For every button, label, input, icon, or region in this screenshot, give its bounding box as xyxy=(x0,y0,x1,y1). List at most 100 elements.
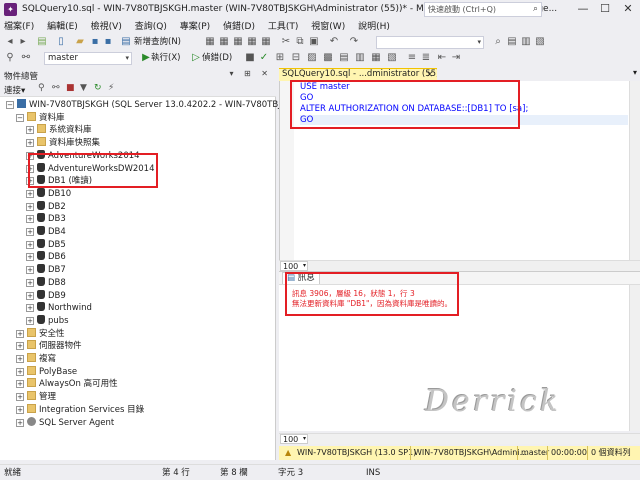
minimize-button[interactable]: — xyxy=(572,1,594,18)
expand-icon[interactable]: + xyxy=(26,253,34,262)
database-selector[interactable]: master ▾ xyxy=(44,52,132,65)
activity-monitor-icon[interactable]: ⚡ xyxy=(108,83,114,93)
panel-controls[interactable]: ▾ ⊞ ✕ xyxy=(229,69,272,78)
indent-icon[interactable]: ⇥ xyxy=(450,52,462,64)
mdx-query-icon[interactable]: ▦ xyxy=(218,36,230,48)
forward-icon[interactable]: ▸ xyxy=(17,36,29,48)
tree-node[interactable]: + Integration Services 目錄 xyxy=(16,403,144,415)
copy-icon[interactable]: ⧉ xyxy=(294,36,306,48)
cancel-query-icon[interactable]: ■ xyxy=(244,52,256,64)
menu-view[interactable]: 檢視(V) xyxy=(86,19,127,35)
debug-icon[interactable]: ▷ xyxy=(190,52,202,64)
expand-icon[interactable]: + xyxy=(16,418,24,427)
find-icon[interactable]: ⌕ xyxy=(492,36,504,48)
collapse-icon[interactable]: − xyxy=(16,113,24,122)
tree-node[interactable]: + DB6 xyxy=(26,251,66,262)
properties-icon[interactable]: ▥ xyxy=(520,36,532,48)
expand-icon[interactable]: + xyxy=(26,266,34,275)
new-file-icon[interactable]: ▯ xyxy=(55,36,67,48)
menu-edit[interactable]: 編輯(E) xyxy=(42,19,83,35)
connect-dropdown[interactable]: 連接▾ xyxy=(4,84,25,96)
expand-icon[interactable]: + xyxy=(16,405,24,414)
menu-window[interactable]: 視窗(W) xyxy=(306,19,350,35)
dax-query-icon[interactable]: ▦ xyxy=(260,36,272,48)
expand-icon[interactable]: + xyxy=(16,342,24,351)
xmla-query-icon[interactable]: ▦ xyxy=(246,36,258,48)
disconnect-icon[interactable]: ⚯ xyxy=(52,83,60,93)
include-plan-icon[interactable]: ▩ xyxy=(322,52,334,64)
tree-node[interactable]: + SQL Server Agent xyxy=(16,416,114,428)
outdent-icon[interactable]: ⇤ xyxy=(436,52,448,64)
expand-icon[interactable]: + xyxy=(26,228,34,236)
solution-config-dropdown[interactable]: ▾ xyxy=(376,36,484,49)
close-button[interactable]: ✕ xyxy=(617,1,639,18)
tree-node[interactable]: + PolyBase xyxy=(16,365,77,377)
results-grid-icon[interactable]: ▦ xyxy=(370,52,382,64)
tree-node[interactable]: + DB2 xyxy=(26,200,66,212)
tree-node[interactable]: − WIN-7V80TBJSKGH (SQL Server 13.0.4202.2… xyxy=(6,99,313,110)
results-file-icon[interactable]: ▧ xyxy=(386,52,398,64)
estimated-plan-icon[interactable]: ⊞ xyxy=(274,52,286,64)
new-project-icon[interactable]: ▤ xyxy=(36,36,48,48)
tree-node[interactable]: + DB3 xyxy=(26,213,66,224)
tree-node[interactable]: + 安全性 xyxy=(16,327,65,339)
expand-icon[interactable]: + xyxy=(16,380,24,389)
tree-node[interactable]: + AlwaysOn 高可用性 xyxy=(16,378,118,389)
intellisense-icon[interactable]: ▨ xyxy=(306,52,318,64)
tree-node[interactable]: + DB4 xyxy=(26,226,66,237)
expand-icon[interactable]: + xyxy=(16,367,24,376)
editor-scrollbar[interactable] xyxy=(629,81,640,260)
expand-icon[interactable]: + xyxy=(16,329,24,338)
refresh-icon[interactable]: ↻ xyxy=(94,83,102,93)
solution-explorer-icon[interactable]: ▤ xyxy=(506,36,518,48)
tree-node[interactable]: + 管理 xyxy=(16,391,56,402)
comment-icon[interactable]: ≡ xyxy=(406,52,418,64)
messages-zoom-dropdown[interactable]: 100 %▾ xyxy=(280,434,308,454)
parse-icon[interactable]: ✓ xyxy=(258,52,270,64)
cut-icon[interactable]: ✂ xyxy=(280,36,292,48)
open-folder-icon[interactable]: ▰ xyxy=(74,36,86,48)
expand-icon[interactable]: + xyxy=(26,291,34,300)
editor-zoom-dropdown[interactable]: 100 %▾ xyxy=(280,261,308,281)
stop-icon[interactable]: ■ xyxy=(66,83,75,93)
tree-node[interactable]: − 資料庫 xyxy=(16,111,65,123)
save-icon[interactable]: ▪ xyxy=(89,36,101,48)
menu-debug[interactable]: 偵錯(D) xyxy=(218,19,260,35)
expand-icon[interactable]: + xyxy=(26,215,34,224)
tree-node[interactable]: + DB7 xyxy=(26,264,66,275)
menu-query[interactable]: 查詢(Q) xyxy=(130,19,172,35)
tree-node[interactable]: + DB9 xyxy=(26,289,66,301)
tree-node[interactable]: + DB5 xyxy=(26,238,66,250)
query-options-icon[interactable]: ⊟ xyxy=(290,52,302,64)
uncomment-icon[interactable]: ≣ xyxy=(420,52,432,64)
results-text-icon[interactable]: ▥ xyxy=(354,52,366,64)
undo-icon[interactable]: ↶ xyxy=(328,36,340,48)
close-tab-icon[interactable]: ✕ xyxy=(426,69,433,80)
tree-node[interactable]: + 系統資料庫 xyxy=(26,124,92,135)
change-connection-icon[interactable]: ⚯ xyxy=(20,52,32,64)
expand-icon[interactable]: + xyxy=(26,316,34,325)
toolbox-icon[interactable]: ▧ xyxy=(534,36,546,48)
filter-icon[interactable]: ▼ xyxy=(80,83,87,93)
execute-button[interactable]: 執行(X) xyxy=(151,51,180,65)
back-icon[interactable]: ◂ xyxy=(4,36,16,48)
expand-icon[interactable]: + xyxy=(26,126,34,135)
expand-icon[interactable]: + xyxy=(26,240,34,249)
new-query-button[interactable]: 新增查詢(N) xyxy=(134,35,181,49)
quick-launch-input[interactable]: 快速啟動 (Ctrl+Q) ⌕ xyxy=(424,2,542,17)
client-stats-icon[interactable]: ▤ xyxy=(338,52,350,64)
paste-icon[interactable]: ▣ xyxy=(308,36,320,48)
collapse-icon[interactable]: − xyxy=(6,101,14,109)
tree-node[interactable]: + pubs xyxy=(26,314,69,326)
menu-file[interactable]: 檔案(F) xyxy=(0,19,39,35)
debug-button[interactable]: 偵錯(D) xyxy=(202,51,232,65)
menu-project[interactable]: 專案(P) xyxy=(175,19,215,35)
expand-icon[interactable]: + xyxy=(26,304,34,313)
save-all-icon[interactable]: ▪ xyxy=(102,36,114,48)
tree-node[interactable]: + Northwind xyxy=(26,302,92,313)
menu-tools[interactable]: 工具(T) xyxy=(263,19,304,35)
db-engine-query-icon[interactable]: ▦ xyxy=(204,36,216,48)
expand-icon[interactable]: + xyxy=(26,139,34,148)
menu-help[interactable]: 說明(H) xyxy=(353,19,395,35)
tree-node[interactable]: + DB10 xyxy=(26,187,71,199)
